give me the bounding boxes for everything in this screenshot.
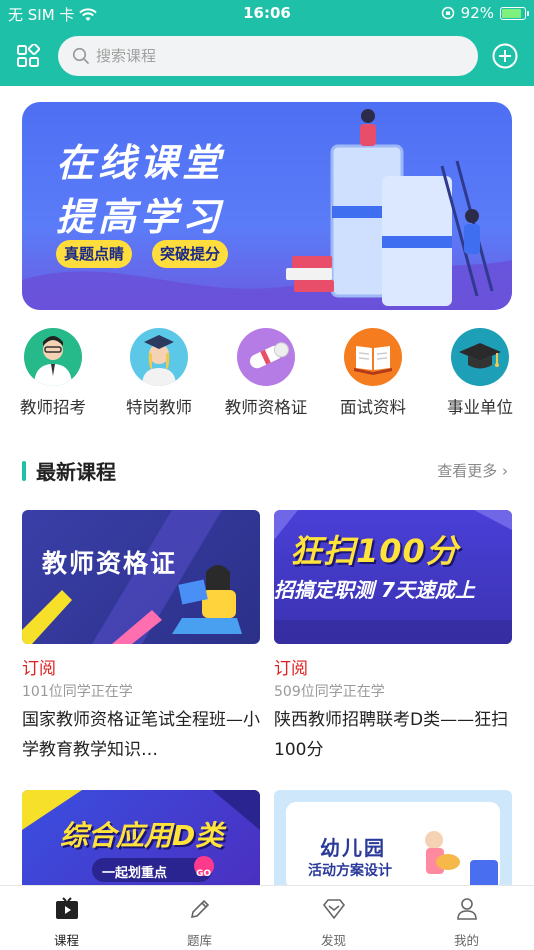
banner-tag-2: 突破提分 (152, 240, 229, 268)
graduate-avatar-icon (130, 328, 188, 386)
category-label: 特岗教师 (126, 398, 192, 417)
tab-discover[interactable]: 发现 (267, 896, 400, 949)
category-label: 教师招考 (20, 398, 86, 417)
open-book-icon (344, 328, 402, 386)
learners-count: 509位同学正在学 (274, 684, 385, 700)
subscribe-tag: 订阅 (22, 659, 56, 679)
banner-title-line1: 在线课堂 (56, 141, 225, 185)
status-bar: 无 SIM 卡 16:06 92% (0, 0, 534, 28)
thumbnail-badge: GO (196, 869, 212, 879)
banner-tag-1: 真题点睛 (56, 240, 133, 268)
category-label: 面试资料 (340, 398, 406, 417)
course-title: 陕西教师招聘联考D类——狂扫100分 (274, 710, 509, 760)
search-icon (72, 47, 90, 65)
banner-title-line2: 提高学习 (56, 195, 225, 239)
mortarboard-icon (451, 328, 509, 386)
learners-count: 101位同学正在学 (22, 684, 133, 700)
thumbnail-title: 幼儿园 (320, 836, 386, 860)
tv-play-icon (55, 897, 78, 919)
category-interview-materials[interactable]: 面试资料 (320, 328, 426, 418)
course-title: 国家教师资格证笔试全程班—小学教育教学知识… (22, 710, 260, 760)
rotation-lock-icon (441, 6, 454, 20)
battery-icon (500, 6, 529, 20)
subscribe-tag: 订阅 (274, 659, 308, 679)
add-icon[interactable] (492, 43, 518, 69)
course-thumbnail: 狂扫100分 招搞定职测 7天速成上 (274, 510, 512, 644)
apps-grid-icon[interactable] (16, 44, 40, 68)
tab-label: 发现 (320, 933, 346, 948)
promo-banner[interactable]: 在线课堂 提高学习 真题点睛 突破提分 (22, 102, 512, 310)
thumbnail-title: 狂扫100分 (290, 532, 459, 570)
app-header: 无 SIM 卡 16:06 92% (0, 0, 534, 86)
course-thumbnail: 综合应用D类 一起划重点 GO (22, 790, 260, 890)
search-input[interactable] (96, 47, 436, 65)
thumbnail-title: 教师资格证 (42, 549, 178, 578)
thumbnail-title: 综合应用D类 (60, 819, 224, 852)
thumbnail-subtitle: 一起划重点 (102, 866, 168, 881)
tab-label: 课程 (53, 933, 79, 948)
latest-courses-header: 最新课程 查看更多 › (22, 456, 512, 486)
books-illustration-icon (286, 109, 494, 306)
view-more-link[interactable]: 查看更多 › (437, 460, 508, 481)
category-special-teacher[interactable]: 特岗教师 (106, 328, 212, 418)
tab-label: 题库 (186, 933, 212, 948)
tab-courses[interactable]: 课程 (0, 896, 133, 949)
person-icon (456, 898, 477, 920)
thumbnail-subtitle: 活动方案设计 (308, 863, 392, 879)
category-teacher-recruitment[interactable]: 教师招考 (0, 328, 106, 418)
course-thumbnail: 教师资格证 (22, 510, 260, 644)
tab-label: 我的 (453, 933, 479, 948)
section-title: 最新课程 (36, 460, 116, 484)
category-teacher-certificate[interactable]: 教师资格证 (213, 328, 319, 418)
thumbnail-subtitle: 招搞定职测 7天速成上 (274, 578, 475, 602)
teacher-avatar-icon (24, 328, 82, 386)
search-bar[interactable] (58, 36, 478, 76)
course-thumbnail: 幼儿园 活动方案设计 (274, 790, 512, 890)
course-card[interactable]: 教师资格证 订阅 101位同学正在学 国家教师资格证笔试全程班—小学教育教学知识… (22, 510, 260, 765)
category-row: 教师招考 特岗教师 教师资格证 面试资料 事业单位 (0, 328, 534, 420)
course-card[interactable]: 狂扫100分 招搞定职测 7天速成上 订阅 509位同学正在学 陕西教师招聘联考… (274, 510, 512, 765)
bottom-tab-bar: 课程 题库 发现 我的 (0, 885, 534, 950)
tab-question-bank[interactable]: 题库 (133, 896, 266, 949)
diploma-scroll-icon (237, 328, 295, 386)
tab-profile[interactable]: 我的 (400, 896, 533, 949)
category-label: 教师资格证 (224, 398, 308, 417)
category-label: 事业单位 (447, 398, 513, 417)
pencil-icon (190, 899, 209, 919)
category-public-institution[interactable]: 事业单位 (427, 328, 533, 418)
status-right: 92% (441, 4, 529, 22)
toolbar (0, 36, 534, 76)
diamond-icon (322, 899, 345, 920)
section-accent-bar (22, 461, 26, 481)
battery-percent: 92% (460, 4, 494, 22)
